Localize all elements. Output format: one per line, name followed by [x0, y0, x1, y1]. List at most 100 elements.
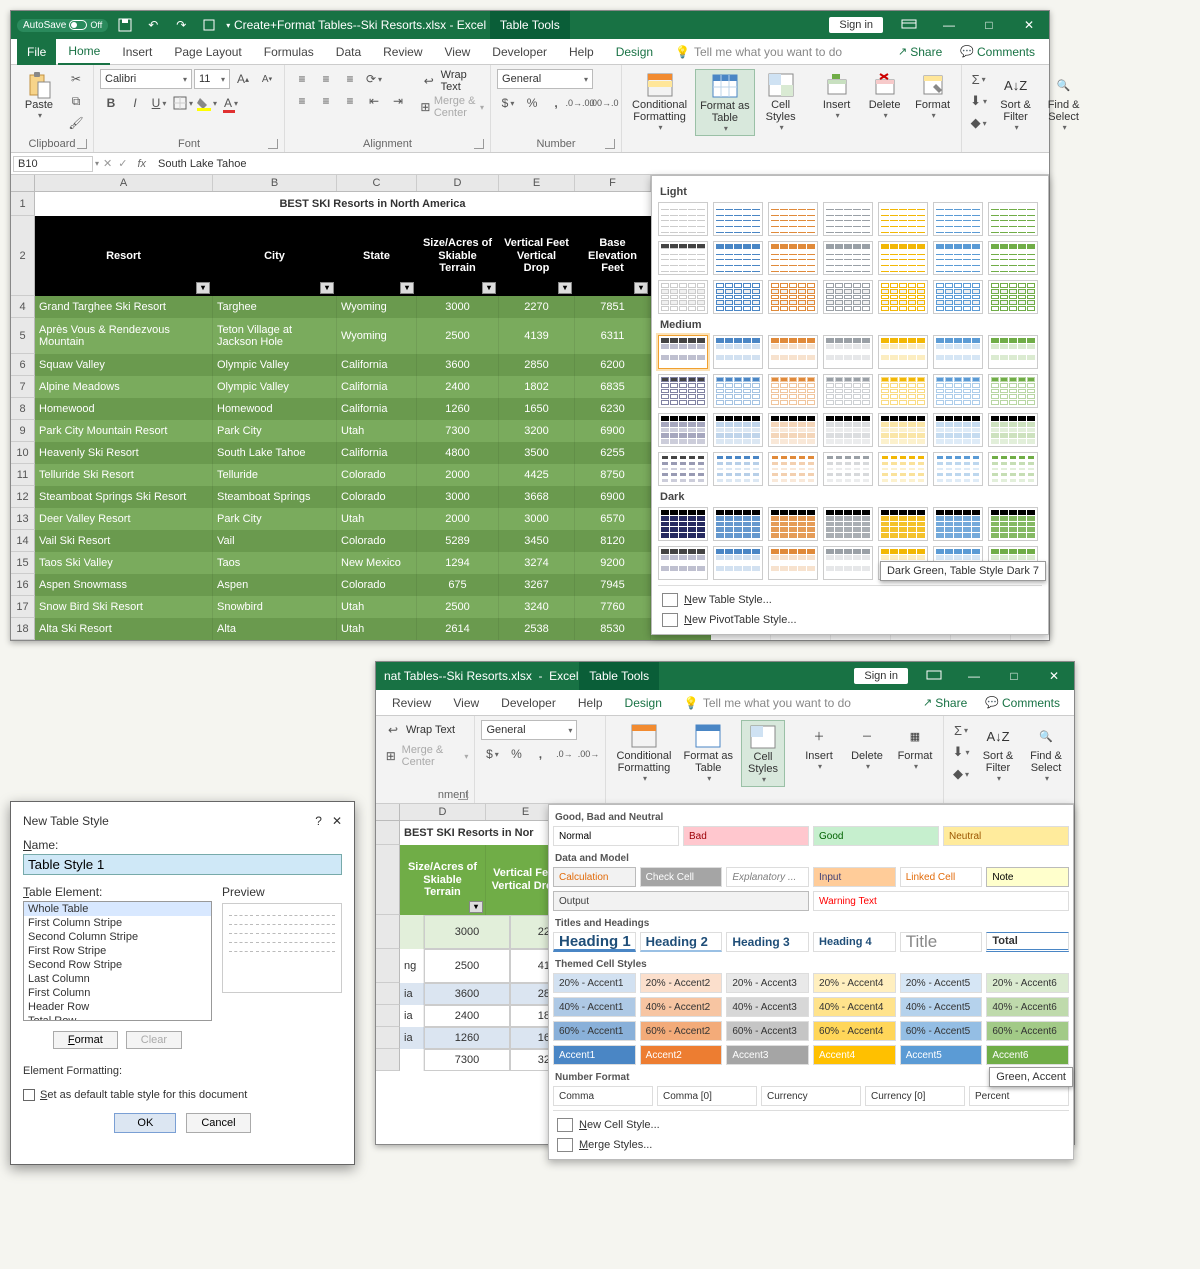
- table-style-swatch[interactable]: [823, 335, 873, 369]
- table-style-swatch[interactable]: [768, 546, 818, 580]
- tab-design[interactable]: Design: [606, 39, 663, 65]
- cell[interactable]: Olympic Valley: [213, 376, 337, 398]
- cell-styles-button[interactable]: Cell Styles: [741, 720, 785, 787]
- decrease-font-icon[interactable]: A▾: [256, 69, 278, 89]
- cut-icon[interactable]: ✂: [65, 69, 87, 89]
- format-button[interactable]: Format: [53, 1031, 118, 1049]
- cell[interactable]: 6900: [575, 486, 651, 508]
- cell-style-swatch[interactable]: Accent1: [553, 1045, 636, 1065]
- close-icon[interactable]: ✕: [1009, 11, 1049, 39]
- tab-insert[interactable]: Insert: [112, 39, 162, 65]
- tab-data[interactable]: Data: [326, 39, 371, 65]
- cancel-button[interactable]: Cancel: [186, 1113, 250, 1133]
- tab-page-layout[interactable]: Page Layout: [164, 39, 251, 65]
- set-default-checkbox[interactable]: Set as default table style for this docu…: [23, 1089, 342, 1101]
- formula-input[interactable]: South Lake Tahoe: [152, 158, 1049, 170]
- filter-dropdown-icon[interactable]: ▾: [469, 901, 483, 913]
- row-header[interactable]: 2: [11, 216, 35, 296]
- cell[interactable]: California: [337, 442, 417, 464]
- cell[interactable]: 3500: [499, 442, 575, 464]
- align-center-icon[interactable]: ≡: [315, 91, 337, 111]
- table-style-swatch[interactable]: [988, 202, 1038, 236]
- cell[interactable]: South Lake Tahoe: [213, 442, 337, 464]
- cell-styles-gallery[interactable]: Good, Bad and NeutralNormalBadGoodNeutra…: [548, 804, 1074, 1160]
- comments-button[interactable]: Comments: [977, 696, 1068, 710]
- cell-style-swatch[interactable]: 40% - Accent3: [726, 997, 809, 1017]
- table-header[interactable]: State▾: [337, 216, 417, 296]
- table-style-swatch[interactable]: [768, 374, 818, 408]
- col-header[interactable]: B: [213, 175, 337, 191]
- cell[interactable]: 1260: [417, 398, 499, 420]
- cell[interactable]: 3668: [499, 486, 575, 508]
- row-header[interactable]: 11: [11, 464, 35, 486]
- merge-styles[interactable]: Merge Styles...: [553, 1135, 1069, 1155]
- table-style-swatch[interactable]: [713, 413, 763, 447]
- cell-style-swatch[interactable]: 40% - Accent5: [900, 997, 983, 1017]
- cell[interactable]: Utah: [337, 420, 417, 442]
- table-style-swatch[interactable]: [658, 374, 708, 408]
- cell[interactable]: Colorado: [337, 464, 417, 486]
- comma-icon[interactable]: ,: [529, 744, 551, 764]
- cell[interactable]: 9200: [575, 552, 651, 574]
- list-item[interactable]: Last Column: [24, 972, 211, 986]
- cell-style-swatch[interactable]: Good: [813, 826, 939, 846]
- borders-icon[interactable]: [172, 93, 194, 113]
- cell[interactable]: 6311: [575, 318, 651, 354]
- ok-button[interactable]: OK: [114, 1113, 176, 1133]
- cell[interactable]: Après Vous & Rendezvous Mountain: [35, 318, 213, 354]
- table-style-swatch[interactable]: [933, 241, 983, 275]
- table-style-swatch[interactable]: [988, 452, 1038, 486]
- bold-button[interactable]: B: [100, 93, 122, 113]
- table-style-swatch[interactable]: [713, 452, 763, 486]
- table-style-swatch[interactable]: [878, 335, 928, 369]
- list-item[interactable]: Total Row: [24, 1014, 211, 1021]
- table-style-swatch[interactable]: [878, 202, 928, 236]
- cell[interactable]: 6835: [575, 376, 651, 398]
- delete-button[interactable]: －Delete: [845, 720, 889, 773]
- cell-style-swatch[interactable]: Heading 4: [813, 932, 896, 952]
- table-header[interactable]: Size/Acres of Skiable Terrain▾: [400, 845, 486, 915]
- format-as-table-gallery[interactable]: LightMediumDarkDark Green, Table Style D…: [651, 175, 1049, 635]
- table-style-swatch[interactable]: [878, 507, 928, 541]
- launcher-icon[interactable]: [605, 139, 615, 149]
- row-header[interactable]: 5: [11, 318, 35, 354]
- table-style-swatch[interactable]: [768, 413, 818, 447]
- insert-button[interactable]: Insert: [815, 69, 859, 122]
- cell-style-swatch[interactable]: Warning Text: [813, 891, 1069, 911]
- fill-icon[interactable]: ⬇: [968, 91, 990, 111]
- cell-style-swatch[interactable]: 60% - Accent1: [553, 1021, 636, 1041]
- number-format-combo[interactable]: General▾: [497, 69, 593, 89]
- percent-icon[interactable]: %: [505, 744, 527, 764]
- close-icon[interactable]: ✕: [1034, 662, 1074, 690]
- table-style-swatch[interactable]: [713, 335, 763, 369]
- cell[interactable]: 2500: [424, 949, 510, 983]
- maximize-icon[interactable]: □: [969, 11, 1009, 39]
- tab-developer[interactable]: Developer: [482, 39, 557, 65]
- tab-view[interactable]: View: [443, 690, 489, 716]
- cell[interactable]: 2270: [499, 296, 575, 318]
- align-right-icon[interactable]: ≡: [339, 91, 361, 111]
- cell-style-swatch[interactable]: 60% - Accent6: [986, 1021, 1069, 1041]
- cell-style-swatch[interactable]: Input: [813, 867, 896, 887]
- col-header[interactable]: D: [417, 175, 499, 191]
- cell[interactable]: 1802: [499, 376, 575, 398]
- font-name-combo[interactable]: Calibri▾: [100, 69, 192, 89]
- orientation-icon[interactable]: ⟳: [363, 69, 385, 89]
- tell-me[interactable]: 💡Tell me what you want to do: [684, 696, 851, 710]
- cell[interactable]: ia: [400, 1005, 424, 1027]
- autosum-icon[interactable]: Σ: [968, 69, 990, 89]
- table-style-swatch[interactable]: [988, 335, 1038, 369]
- underline-button[interactable]: U: [148, 93, 170, 113]
- table-style-swatch[interactable]: [768, 452, 818, 486]
- cell[interactable]: Steamboat Springs: [213, 486, 337, 508]
- cell-styles-button[interactable]: Cell Styles: [759, 69, 803, 134]
- increase-indent-icon[interactable]: ⇥: [387, 91, 409, 111]
- new-pivot-style[interactable]: New PivotTable Style...: [658, 610, 1042, 630]
- cell-style-swatch[interactable]: 20% - Accent4: [813, 973, 896, 993]
- font-color-icon[interactable]: A: [220, 93, 242, 113]
- delete-button[interactable]: Delete: [863, 69, 907, 122]
- align-top-icon[interactable]: ≡: [291, 69, 313, 89]
- select-all[interactable]: [11, 175, 35, 191]
- minimize-icon[interactable]: —: [929, 11, 969, 39]
- table-style-swatch[interactable]: [988, 413, 1038, 447]
